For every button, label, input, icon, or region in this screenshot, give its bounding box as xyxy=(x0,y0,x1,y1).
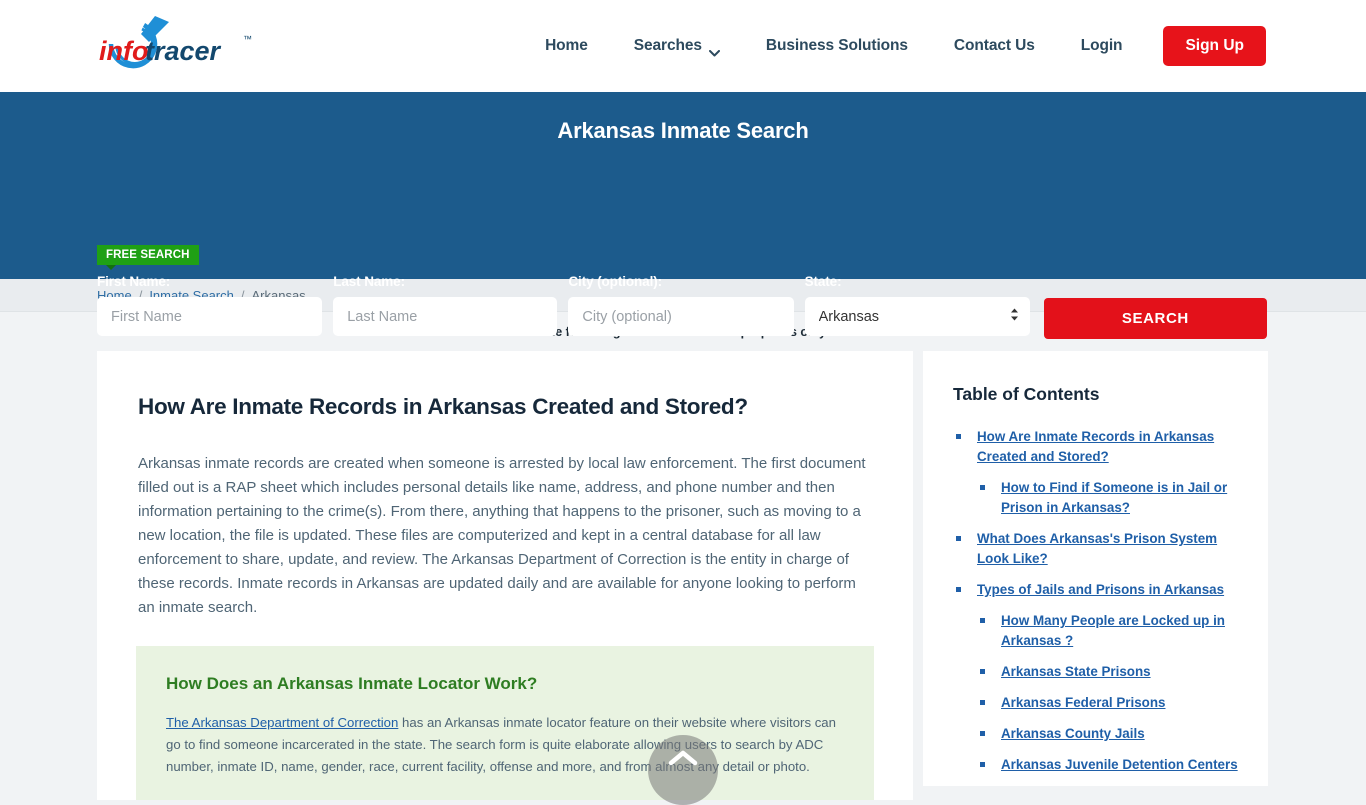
last-name-input[interactable] xyxy=(333,297,558,336)
page-title: Arkansas Inmate Search xyxy=(557,118,809,143)
bullet-square-icon xyxy=(980,762,985,767)
chevron-up-icon xyxy=(668,749,698,770)
inmate-search-panel: Arkansas Inmate Search FREE SEARCH First… xyxy=(0,92,1366,339)
bullet-square-icon xyxy=(980,731,985,736)
toc-item: Arkansas Juvenile Detention Centers xyxy=(953,755,1238,775)
callout-paragraph: The Arkansas Department of Correction ha… xyxy=(166,712,844,778)
toc-list: How Are Inmate Records in Arkansas Creat… xyxy=(953,427,1238,775)
toc-item: Types of Jails and Prisons in Arkansas xyxy=(953,580,1238,600)
toc-item: How to Find if Someone is in Jail or Pri… xyxy=(953,478,1238,518)
last-name-label: Last Name: xyxy=(333,274,405,289)
nav-item-label: Login xyxy=(1080,37,1123,54)
state-select[interactable]: Arkansas xyxy=(804,297,1030,336)
article-heading: How Are Inmate Records in Arkansas Creat… xyxy=(138,394,748,419)
content-area: How Are Inmate Records in Arkansas Creat… xyxy=(0,351,1366,800)
adc-link[interactable]: The Arkansas Department of Correction xyxy=(166,715,398,730)
toc-item: Arkansas State Prisons xyxy=(953,662,1238,682)
toc-item: How Are Inmate Records in Arkansas Creat… xyxy=(953,427,1238,467)
table-of-contents-card: Table of Contents How Are Inmate Records… xyxy=(923,351,1268,786)
toc-item: What Does Arkansas's Prison System Look … xyxy=(953,529,1238,569)
bullet-square-icon xyxy=(980,700,985,705)
article-card: How Are Inmate Records in Arkansas Creat… xyxy=(97,351,913,800)
bullet-square-icon xyxy=(980,669,985,674)
search-button-group: SEARCH xyxy=(1043,274,1267,339)
bullet-square-icon xyxy=(980,618,985,623)
nav-item-label: Contact Us xyxy=(953,37,1035,54)
main-navigation: Home Searches Business Solutions Contact… xyxy=(522,0,1266,92)
svg-text:tracer: tracer xyxy=(145,36,222,66)
bullet-square-icon xyxy=(980,485,985,490)
bullet-square-icon xyxy=(956,434,961,439)
nav-item-label: Business Solutions xyxy=(765,37,908,54)
first-name-field-group: First Name: xyxy=(97,274,323,336)
state-label: State: xyxy=(804,274,842,289)
first-name-label: First Name: xyxy=(97,274,171,289)
nav-item-login[interactable]: Login xyxy=(1058,37,1146,55)
toc-link[interactable]: What Does Arkansas's Prison System Look … xyxy=(977,529,1238,569)
toc-link[interactable]: Arkansas State Prisons xyxy=(1001,662,1151,682)
toc-link[interactable]: Arkansas County Jails xyxy=(1001,724,1145,744)
nav-item-contact-us[interactable]: Contact Us xyxy=(931,37,1058,55)
toc-link[interactable]: Arkansas Federal Prisons xyxy=(1001,693,1166,713)
scroll-to-top-button[interactable] xyxy=(648,735,718,805)
article-paragraph: Arkansas inmate records are created when… xyxy=(138,455,866,616)
last-name-field-group: Last Name: xyxy=(333,274,558,336)
nav-item-label: Searches xyxy=(633,37,702,54)
free-search-badge-wrapper: FREE SEARCH xyxy=(97,245,199,270)
first-name-input[interactable] xyxy=(97,297,323,336)
toc-item: How Many People are Locked up in Arkansa… xyxy=(953,611,1238,651)
city-field-group: City (optional): xyxy=(568,274,794,336)
nav-item-label: Home xyxy=(545,37,588,54)
locator-callout: How Does an Arkansas Inmate Locator Work… xyxy=(136,646,874,800)
city-input[interactable] xyxy=(568,297,794,336)
infotracer-logo-icon: info tracer ™ xyxy=(99,16,252,69)
city-label: City (optional): xyxy=(568,274,663,289)
chevron-down-icon xyxy=(708,44,720,56)
site-header: info tracer ™ Home Searches Business Sol… xyxy=(0,0,1366,92)
toc-heading: Table of Contents xyxy=(953,384,1100,404)
nav-item-business-solutions[interactable]: Business Solutions xyxy=(743,37,931,55)
nav-item-home[interactable]: Home xyxy=(522,37,611,55)
toc-link[interactable]: Arkansas Juvenile Detention Centers xyxy=(1001,755,1238,775)
svg-text:™: ™ xyxy=(243,34,252,44)
state-field-group: State: Arkansas xyxy=(804,274,1030,336)
site-logo[interactable]: info tracer ™ xyxy=(97,14,277,76)
bullet-square-icon xyxy=(956,536,961,541)
callout-heading: How Does an Arkansas Inmate Locator Work… xyxy=(166,674,538,693)
toc-item: Arkansas Federal Prisons xyxy=(953,693,1238,713)
search-submit-button[interactable]: SEARCH xyxy=(1043,298,1267,339)
toc-item: Arkansas County Jails xyxy=(953,724,1238,744)
toc-link[interactable]: How to Find if Someone is in Jail or Pri… xyxy=(1001,478,1238,518)
svg-text:info: info xyxy=(99,36,148,66)
toc-link[interactable]: How Are Inmate Records in Arkansas Creat… xyxy=(977,427,1238,467)
sign-up-button[interactable]: Sign Up xyxy=(1163,26,1266,66)
bullet-square-icon xyxy=(956,587,961,592)
toc-link[interactable]: Types of Jails and Prisons in Arkansas xyxy=(977,580,1224,600)
inmate-search-form: First Name: Last Name: City (optional): … xyxy=(97,274,1267,339)
nav-item-searches[interactable]: Searches xyxy=(611,37,743,56)
free-search-badge: FREE SEARCH xyxy=(97,245,199,270)
toc-link[interactable]: How Many People are Locked up in Arkansa… xyxy=(1001,611,1238,651)
